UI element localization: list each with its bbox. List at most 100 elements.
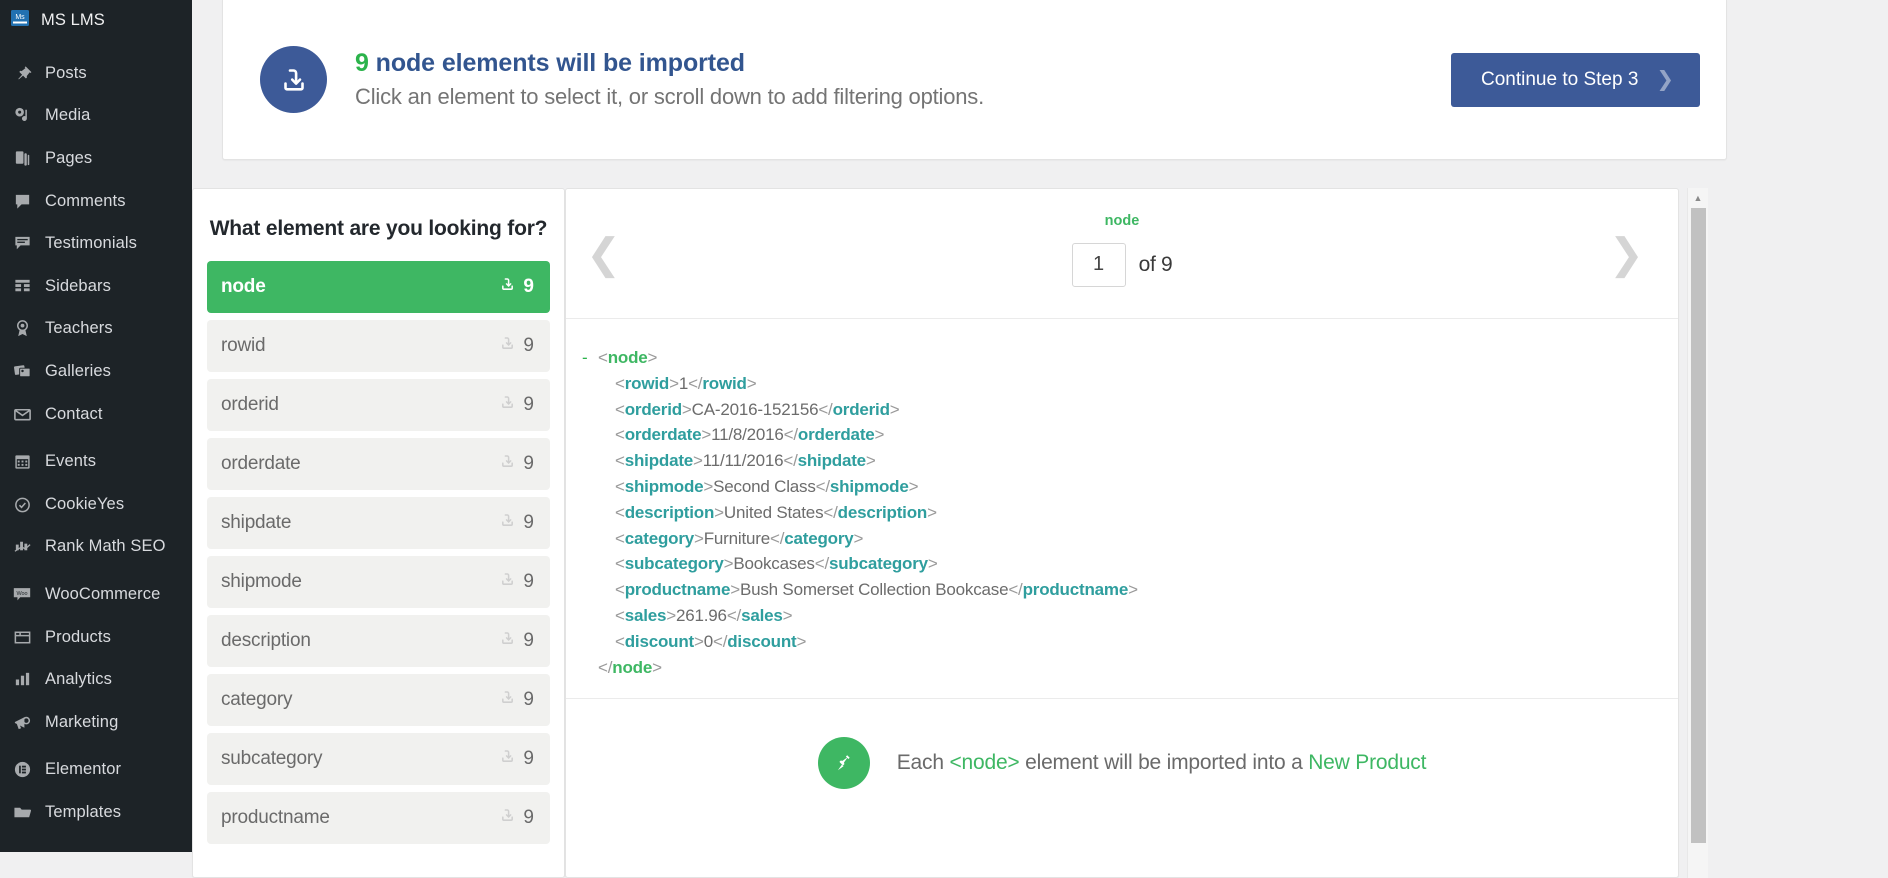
scroll-up-arrow-icon[interactable]: ▲ — [1688, 188, 1708, 208]
sidebar-item-elementor[interactable]: Elementor — [0, 749, 192, 792]
pin-icon — [10, 62, 34, 84]
xml-field-tag-close: subcategory — [828, 554, 928, 574]
page-total-label: of 9 — [1138, 252, 1173, 276]
woo-icon: Woo — [10, 583, 34, 605]
sidebar-item-label: Galleries — [45, 361, 112, 380]
picker-item-meta: 9 — [499, 630, 534, 652]
svg-text:Ms: Ms — [15, 14, 25, 21]
picker-item-category[interactable]: category 9 — [207, 674, 550, 726]
xml-field-tag-close: shipmode — [829, 476, 909, 496]
xml-field-line: <shipdate>11/11/2016</shipdate> — [615, 451, 876, 471]
picker-item-orderdate[interactable]: orderdate 9 — [207, 438, 550, 490]
sidebar-item-label: CookieYes — [45, 494, 125, 513]
sidebar-item-rank-math-seo[interactable]: Rank Math SEO — [0, 526, 192, 569]
sidebar-item-media[interactable]: Media — [0, 95, 192, 138]
picker-item-node[interactable]: node 9 — [207, 261, 550, 313]
import-count-icon — [499, 689, 516, 711]
picker-item-description[interactable]: description 9 — [207, 615, 550, 667]
xml-root-close-line: </node> — [598, 657, 662, 677]
picker-item-label: rowid — [221, 335, 266, 356]
sidebar-item-galleries[interactable]: Galleries — [0, 350, 192, 393]
xml-field-value: United States — [723, 502, 824, 522]
picker-item-shipmode[interactable]: shipmode 9 — [207, 556, 550, 608]
xml-field-tag: orderid — [624, 399, 682, 419]
xml-field-value: Bush Somerset Collection Bookcase — [739, 580, 1009, 600]
sidebar-brand-label: MS LMS — [41, 10, 105, 29]
sidebar-item-woocommerce[interactable]: Woo WooCommerce — [0, 573, 192, 616]
sidebar-brand[interactable]: Ms MS LMS — [0, 0, 192, 40]
sidebar-item-cookieyes[interactable]: CookieYes — [0, 483, 192, 526]
import-count-icon — [499, 394, 516, 416]
picker-item-label: shipmode — [221, 571, 302, 592]
xml-field-line: <rowid>1</rowid> — [615, 373, 757, 393]
sidebar-item-events[interactable]: Events — [0, 440, 192, 483]
galleries-icon — [10, 360, 34, 382]
envelope-icon — [10, 403, 34, 425]
picker-item-orderid[interactable]: orderid 9 — [207, 379, 550, 431]
sidebar-item-label: Templates — [45, 802, 122, 821]
media-icon — [10, 105, 34, 127]
chevron-right-icon[interactable]: ❯ — [1609, 232, 1644, 275]
import-count-icon — [499, 748, 516, 770]
pager-center: of 9 — [1071, 242, 1173, 287]
picker-item-count: 9 — [523, 630, 534, 651]
xml-field-line: <subcategory>Bookcases</subcategory> — [615, 554, 938, 574]
picker-item-productname[interactable]: productname 9 — [207, 792, 550, 844]
xml-field-tag: subcategory — [624, 554, 724, 574]
picker-item-label: shipdate — [221, 512, 292, 533]
picker-list: node 9 rowid 9 orderid 9 orderdate 9 shi… — [193, 261, 564, 844]
sidebar-item-teachers[interactable]: Teachers — [0, 308, 192, 351]
preview-scrollbar[interactable]: ▲ — [1687, 188, 1708, 878]
import-summary-banner: 9 node elements will be imported Click a… — [222, 0, 1727, 160]
xml-field-tag: discount — [624, 631, 694, 651]
page-number-input[interactable] — [1071, 242, 1126, 287]
banner-title: 9 node elements will be imported — [355, 48, 984, 79]
sidebar-item-contact[interactable]: Contact — [0, 393, 192, 436]
sidebar-item-label: Analytics — [45, 670, 112, 689]
chevron-right-icon: ❯ — [1656, 68, 1674, 91]
node-pager: node ❮ of 9 ❯ — [566, 189, 1678, 319]
picker-item-shipdate[interactable]: shipdate 9 — [207, 497, 550, 549]
continue-button-label: Continue to Step 3 — [1481, 68, 1639, 90]
sidebar-item-testimonials[interactable]: Testimonials — [0, 222, 192, 265]
testimonial-icon — [10, 233, 34, 255]
picker-item-count: 9 — [523, 335, 534, 356]
collapse-toggle-icon[interactable]: - — [582, 345, 598, 371]
sidebar-item-posts[interactable]: Posts — [0, 52, 192, 95]
xml-field-line: <orderid>CA-2016-152156</orderid> — [615, 399, 900, 419]
xml-field-value: Furniture — [703, 528, 770, 548]
xml-field-tag-close: category — [784, 528, 854, 548]
picker-item-rowid[interactable]: rowid 9 — [207, 320, 550, 372]
sidebar-item-comments[interactable]: Comments — [0, 180, 192, 223]
picker-item-label: productname — [221, 807, 330, 828]
xml-root-open-line[interactable]: - <node> — [566, 345, 1678, 371]
sidebar-item-templates[interactable]: Templates — [0, 791, 192, 834]
picker-item-meta: 9 — [499, 689, 534, 711]
sidebar-item-marketing[interactable]: Marketing — [0, 701, 192, 744]
import-count-icon — [499, 453, 516, 475]
xml-root-tag-close: node — [612, 657, 653, 677]
sidebar-item-analytics[interactable]: Analytics — [0, 658, 192, 701]
xml-field-line: <description>United States</description> — [615, 502, 937, 522]
sidebar-item-sidebars[interactable]: Sidebars — [0, 265, 192, 308]
picker-item-subcategory[interactable]: subcategory 9 — [207, 733, 550, 785]
xml-field-line: <discount>0</discount> — [615, 631, 807, 651]
comment-icon — [10, 190, 34, 212]
picker-item-label: category — [221, 689, 293, 710]
xml-field-value: 11/11/2016 — [702, 451, 784, 471]
chevron-left-icon[interactable]: ❮ — [586, 232, 621, 275]
banner-text-block: 9 node elements will be imported Click a… — [355, 48, 984, 111]
xml-field-tag-close: shipdate — [797, 451, 867, 471]
sidebar-item-products[interactable]: Products — [0, 616, 192, 659]
sidebar-item-pages[interactable]: Pages — [0, 137, 192, 180]
picker-item-label: node — [221, 276, 266, 297]
xml-field-tag-close: rowid — [702, 373, 747, 393]
import-count-icon — [499, 571, 516, 593]
scrollbar-thumb[interactable] — [1691, 208, 1706, 843]
continue-to-step-3-button[interactable]: Continue to Step 3 ❯ — [1451, 52, 1700, 107]
picker-item-count: 9 — [523, 689, 534, 710]
xml-preview: - <node> <rowid>1</rowid> <orderid>CA-201… — [566, 319, 1678, 699]
sidebar-item-label: Teachers — [45, 319, 113, 338]
wp-admin-sidebar: Ms MS LMS Posts Media Pages Comments Tes… — [0, 0, 192, 852]
